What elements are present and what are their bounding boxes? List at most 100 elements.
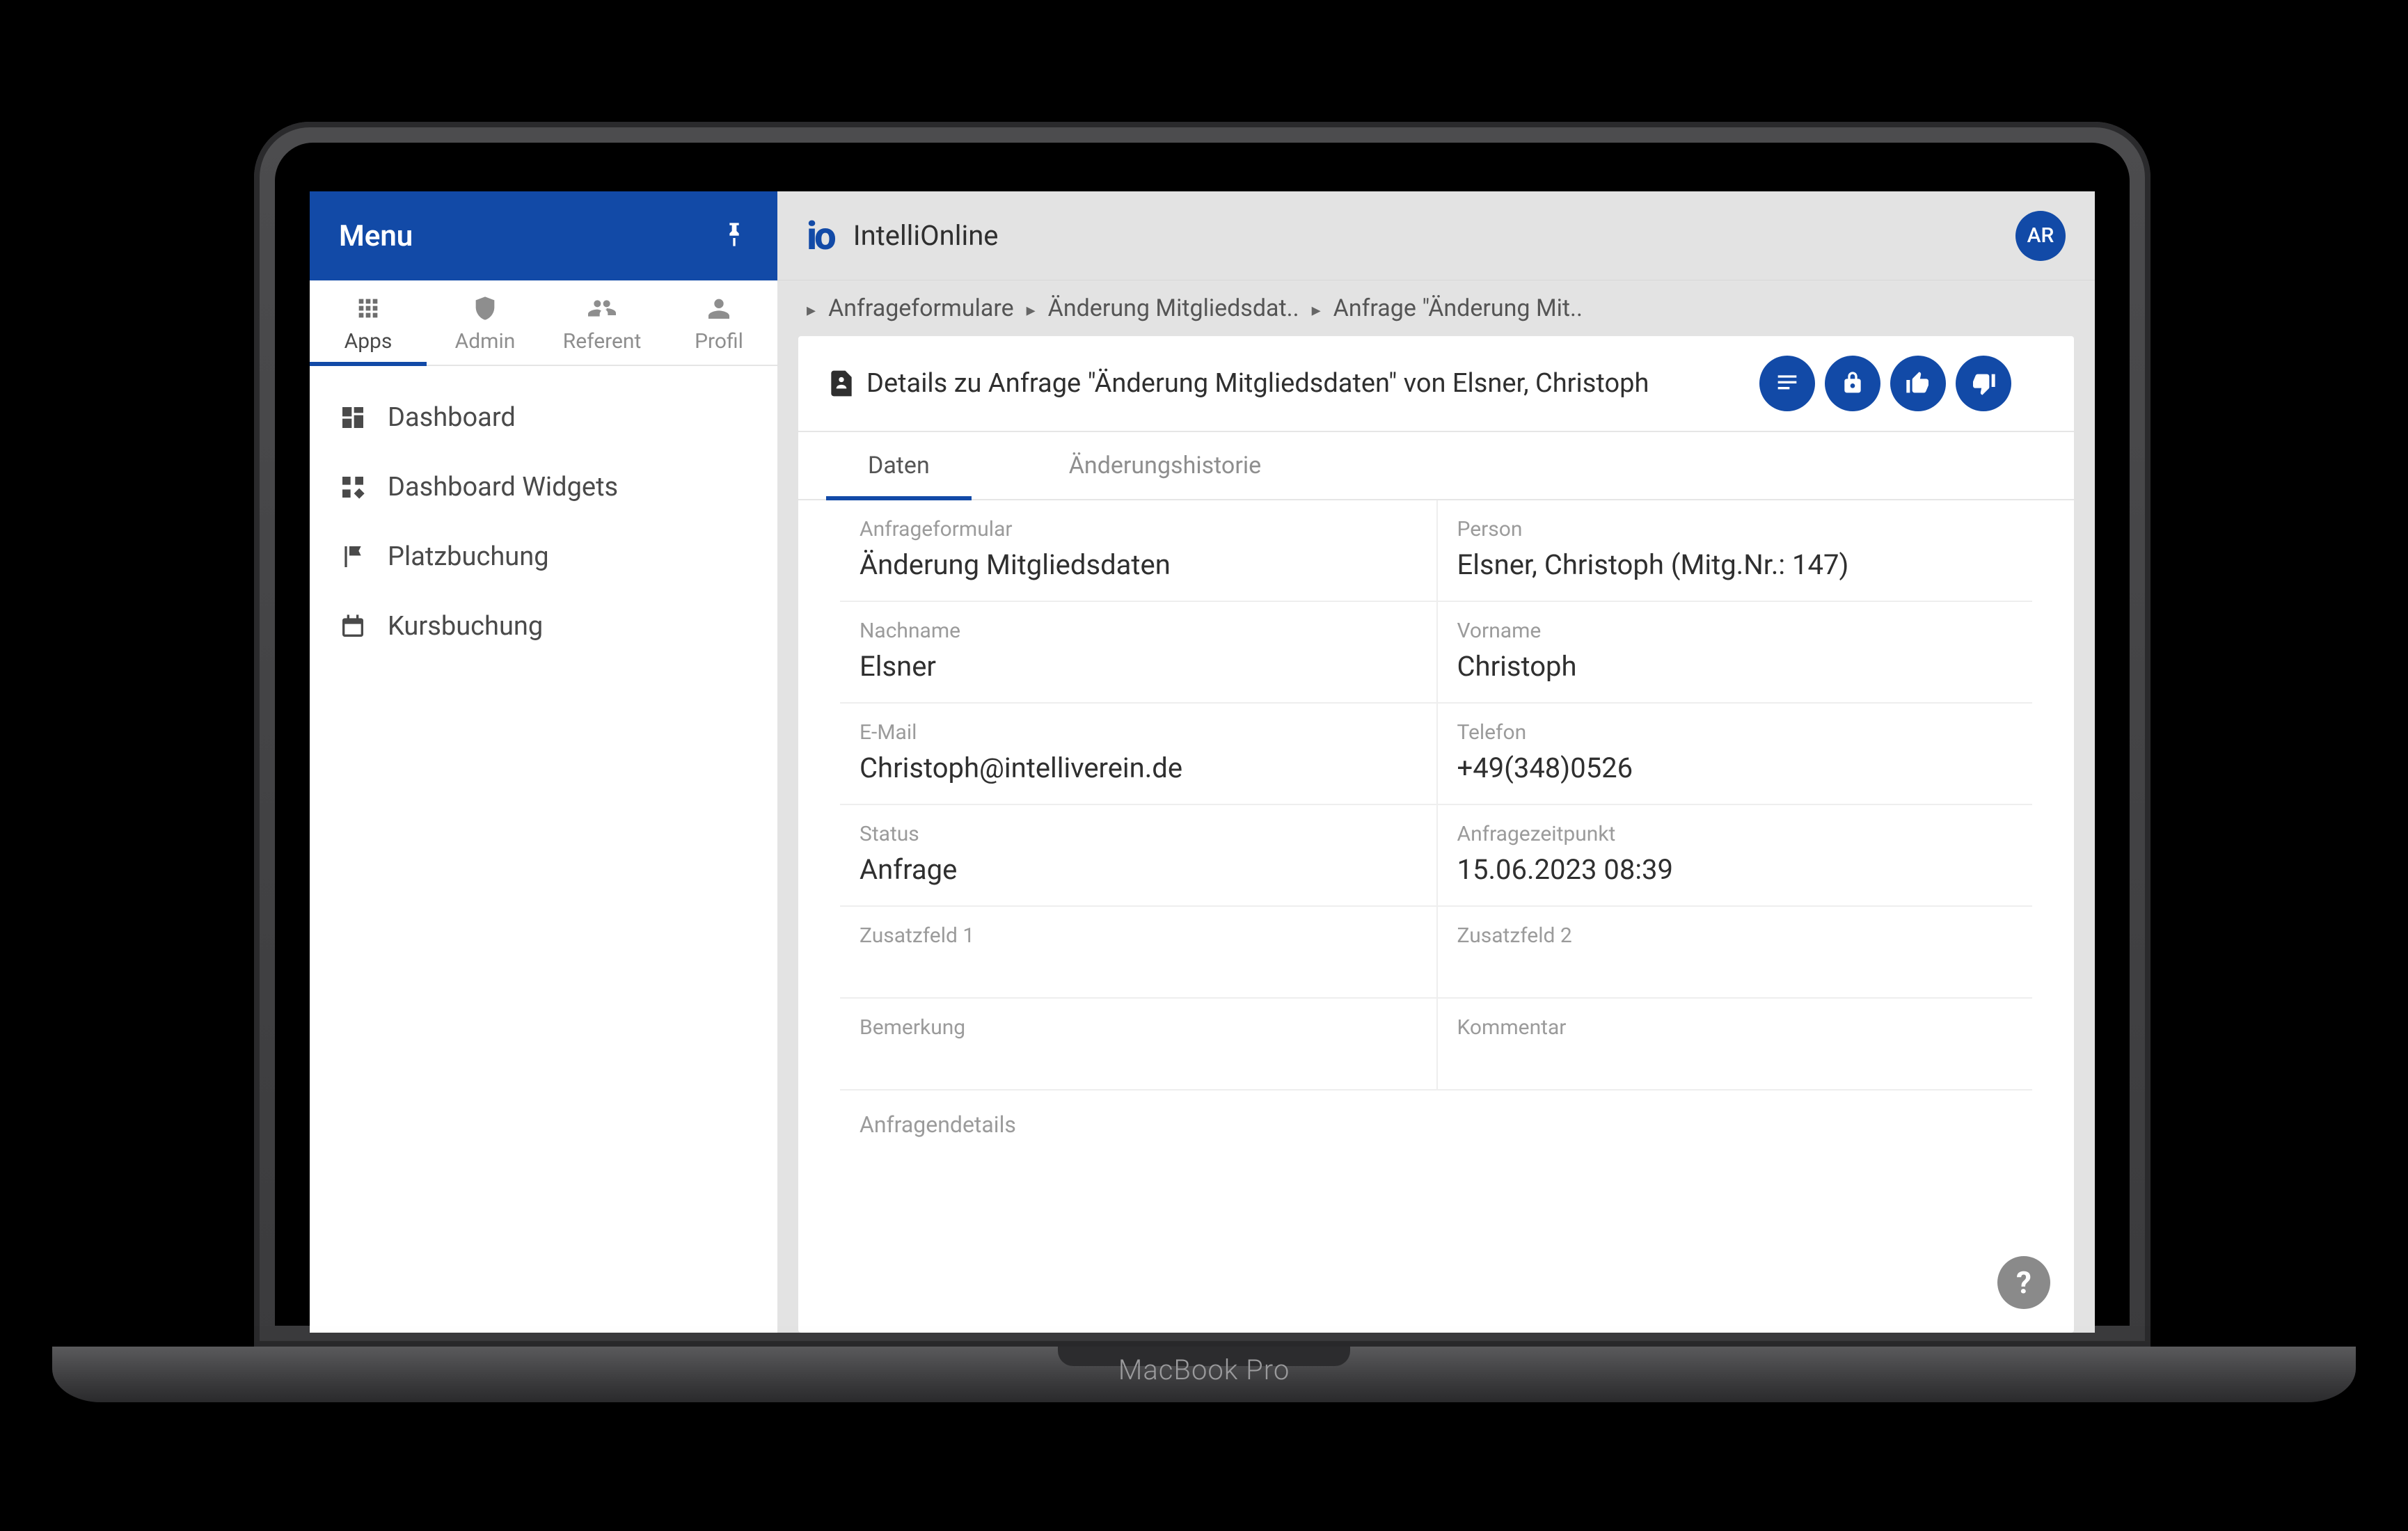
sidebar-nav: Dashboard Dashboard Widgets Platzbuchung… — [310, 366, 777, 678]
field-value: Änderung Mitgliedsdaten — [860, 548, 1417, 581]
field-value: Christoph — [1457, 650, 2013, 683]
calendar-icon — [338, 612, 368, 640]
sidebar-tab-label: Apps — [344, 329, 393, 354]
sidebar-tab-label: Admin — [455, 329, 516, 354]
field-label: Person — [1457, 517, 2013, 541]
form-row: Bemerkung Kommentar — [840, 999, 2032, 1090]
sidebar-header: Menu — [310, 191, 777, 280]
shield-icon — [471, 294, 499, 322]
field-zusatz2: Zusatzfeld 2 — [1436, 907, 2033, 997]
form-row: Anfrageformular Änderung Mitgliedsdaten … — [840, 500, 2032, 602]
app-name: IntelliOnline — [853, 219, 999, 252]
breadcrumb-sep — [1027, 294, 1036, 322]
app-logo: io — [807, 213, 834, 259]
flag-icon — [338, 543, 368, 571]
section-anfragendetails: Anfragendetails — [840, 1090, 2032, 1159]
sidebar-title: Menu — [339, 219, 413, 253]
field-value: Elsner — [860, 650, 1417, 683]
field-label: Zusatzfeld 1 — [860, 923, 1417, 948]
widgets-icon — [338, 473, 368, 501]
field-nachname: Nachname Elsner — [840, 602, 1436, 702]
field-label: Vorname — [1457, 619, 2013, 643]
help-button[interactable]: ? — [1997, 1256, 2050, 1309]
detail-card: Details zu Anfrage "Änderung Mitgliedsda… — [798, 336, 2074, 1333]
field-value: Elsner, Christoph (Mitg.Nr.: 147) — [1457, 548, 2013, 581]
topbar: io IntelliOnline AR — [777, 191, 2095, 280]
field-value: Anfrage — [860, 853, 1417, 886]
field-label: Status — [860, 822, 1417, 846]
field-label: Nachname — [860, 619, 1417, 643]
sidebar-tab-profil[interactable]: Profil — [660, 280, 777, 365]
card-title: Details zu Anfrage "Änderung Mitgliedsda… — [866, 368, 1649, 399]
app-screen: Menu Apps — [310, 191, 2095, 1333]
field-label: Anfrageformular — [860, 517, 1417, 541]
laptop-label: MacBook Pro — [1118, 1354, 1290, 1386]
breadcrumb-sep — [1312, 294, 1321, 322]
sidebar-tab-apps[interactable]: Apps — [310, 280, 427, 365]
field-label: Telefon — [1457, 720, 2013, 745]
field-anfrageformular: Anfrageformular Änderung Mitgliedsdaten — [840, 500, 1436, 601]
detail-form: Anfrageformular Änderung Mitgliedsdaten … — [798, 500, 2074, 1333]
detail-tabs: Daten Änderungshistorie — [798, 432, 2074, 500]
nav-kursbuchung[interactable]: Kursbuchung — [310, 592, 777, 661]
breadcrumb-item[interactable]: Anfrageformulare — [828, 294, 1014, 322]
apps-icon — [354, 294, 382, 322]
form-row: Zusatzfeld 1 Zusatzfeld 2 — [840, 907, 2032, 999]
breadcrumb-item[interactable]: Änderung Mitgliedsdat.. — [1048, 294, 1299, 322]
notes-button[interactable] — [1759, 356, 1815, 411]
field-email: E-Mail Christoph@intelliverein.de — [840, 704, 1436, 804]
tab-aenderungshistorie[interactable]: Änderungshistorie — [1041, 432, 1289, 499]
document-icon — [826, 368, 857, 399]
nav-label: Platzbuchung — [388, 541, 549, 572]
tab-daten[interactable]: Daten — [840, 432, 958, 499]
main: io IntelliOnline AR Anfrageformulare Änd… — [777, 191, 2095, 1333]
sidebar-tab-admin[interactable]: Admin — [427, 280, 544, 365]
field-value: +49(348)0526 — [1457, 752, 2013, 784]
nav-label: Kursbuchung — [388, 611, 543, 642]
sidebar-tabs: Apps Admin Referent — [310, 280, 777, 366]
field-value: Christoph@intelliverein.de — [860, 752, 1417, 784]
lock-user-icon — [1839, 370, 1867, 397]
card-header: Details zu Anfrage "Änderung Mitgliedsda… — [798, 336, 2074, 432]
field-telefon: Telefon +49(348)0526 — [1436, 704, 2033, 804]
pin-icon[interactable] — [720, 221, 748, 251]
field-label: Kommentar — [1457, 1015, 2013, 1040]
breadcrumb-item[interactable]: Anfrage "Änderung Mit.. — [1333, 294, 1583, 322]
nav-platzbuchung[interactable]: Platzbuchung — [310, 522, 777, 592]
approve-button[interactable] — [1890, 356, 1946, 411]
field-label: Anfragezeitpunkt — [1457, 822, 2013, 846]
sidebar-tab-label: Referent — [563, 329, 642, 354]
field-vorname: Vorname Christoph — [1436, 602, 2033, 702]
sidebar-tab-referent[interactable]: Referent — [544, 280, 660, 365]
thumbs-up-icon — [1904, 370, 1932, 397]
card-actions — [1759, 356, 2011, 411]
avatar[interactable]: AR — [2015, 211, 2066, 261]
field-kommentar: Kommentar — [1436, 999, 2033, 1089]
nav-dashboard[interactable]: Dashboard — [310, 383, 777, 452]
field-bemerkung: Bemerkung — [840, 999, 1436, 1089]
field-value: 15.06.2023 08:39 — [1457, 853, 2013, 886]
field-status: Status Anfrage — [840, 805, 1436, 905]
laptop-base: MacBook Pro — [52, 1347, 2356, 1402]
sidebar-tab-label: Profil — [695, 329, 743, 354]
dashboard-icon — [338, 404, 368, 431]
field-label: E-Mail — [860, 720, 1417, 745]
nav-dashboard-widgets[interactable]: Dashboard Widgets — [310, 452, 777, 522]
lock-user-button[interactable] — [1825, 356, 1880, 411]
active-tab-underline — [310, 362, 427, 366]
field-anfragezeitpunkt: Anfragezeitpunkt 15.06.2023 08:39 — [1436, 805, 2033, 905]
field-person: Person Elsner, Christoph (Mitg.Nr.: 147) — [1436, 500, 2033, 601]
sidebar: Menu Apps — [310, 191, 777, 1333]
nav-label: Dashboard Widgets — [388, 472, 618, 502]
form-row: E-Mail Christoph@intelliverein.de Telefo… — [840, 704, 2032, 805]
laptop-frame: Menu Apps — [254, 122, 2150, 1347]
nav-label: Dashboard — [388, 402, 516, 433]
field-label: Zusatzfeld 2 — [1457, 923, 2013, 948]
thumbs-down-icon — [1970, 370, 1997, 397]
breadcrumb: Anfrageformulare Änderung Mitgliedsdat..… — [777, 280, 2095, 336]
reject-button[interactable] — [1956, 356, 2011, 411]
field-zusatz1: Zusatzfeld 1 — [840, 907, 1436, 997]
notes-icon — [1773, 370, 1801, 397]
form-row: Status Anfrage Anfragezeitpunkt 15.06.20… — [840, 805, 2032, 907]
form-row: Nachname Elsner Vorname Christoph — [840, 602, 2032, 704]
